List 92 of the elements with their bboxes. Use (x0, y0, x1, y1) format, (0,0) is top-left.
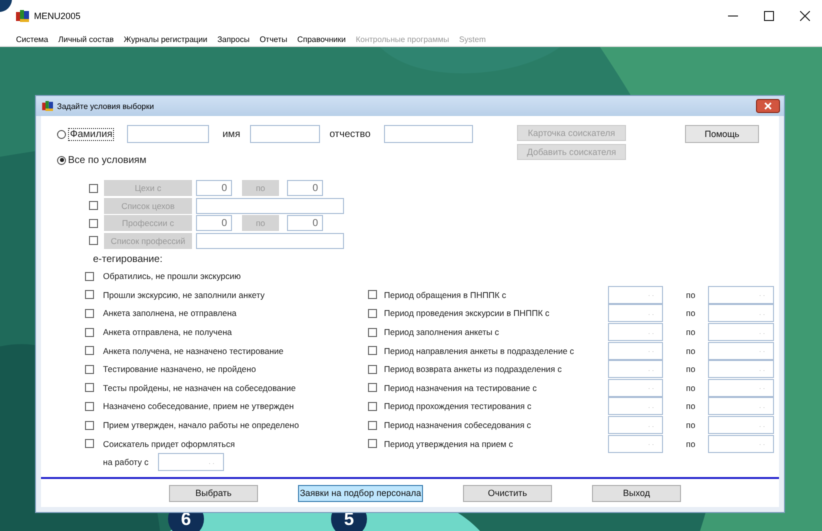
checkbox[interactable] (85, 308, 94, 318)
radio-button[interactable] (57, 156, 66, 164)
menu-item[interactable]: Личный состав (58, 34, 114, 44)
from-field[interactable]: 0 (196, 215, 232, 232)
to-label: по (685, 346, 696, 356)
filter-button[interactable]: Список цехов (104, 198, 192, 214)
surname-field[interactable] (127, 125, 210, 143)
close-icon[interactable] (800, 11, 810, 21)
status-label: Тестирование назначено, не пройдено (103, 364, 256, 374)
checkbox[interactable] (85, 364, 94, 374)
status-label: Соискатель придет оформляться (103, 438, 235, 449)
checkbox[interactable] (85, 328, 94, 337)
status-label: Тесты пройдены, не назначен на собеседование (103, 382, 296, 393)
checkbox[interactable] (85, 420, 94, 430)
to-field[interactable]: 0 (287, 180, 323, 196)
close-icon[interactable] (756, 99, 780, 113)
window-title: MENU2005 (34, 11, 81, 21)
action-button[interactable]: Очистить (463, 484, 552, 502)
to-label: по (685, 364, 696, 374)
start-label: на работу с (103, 457, 148, 468)
list-field[interactable] (196, 232, 344, 249)
help-button[interactable]: Помощь (685, 125, 759, 143)
to-label: по (685, 438, 696, 449)
dialog-title: Задайте условия выборки (57, 102, 154, 110)
status-label: Назначено собеседование, прием не утвержден (103, 401, 294, 412)
checkbox[interactable] (85, 383, 94, 392)
period-label: Период заполнения анкеты с (384, 327, 500, 338)
status-label: Анкета отправлена, не получена (103, 327, 232, 338)
app-icon (16, 10, 30, 22)
period-label: Период прохождения тестирования с (384, 401, 532, 412)
period-label: Период назначения собеседования с (384, 420, 532, 430)
to-label: по (685, 327, 696, 338)
checkbox[interactable] (89, 201, 98, 210)
checkbox[interactable] (89, 218, 98, 228)
checkbox[interactable] (368, 383, 377, 392)
checkbox[interactable] (368, 439, 377, 448)
menu-item[interactable]: Запросы (217, 34, 250, 44)
to-label: по (242, 215, 279, 232)
to-label: по (685, 290, 696, 300)
status-label: Прием утвержден, начало работы не определено (103, 420, 299, 430)
action-button[interactable]: Заявки на подбор персонала (298, 484, 423, 502)
menu-item[interactable]: Журналы регистрации (124, 34, 208, 44)
to-label: по (685, 308, 696, 318)
period-label: Период назначения на тестирование с (384, 382, 538, 393)
to-label: по (685, 382, 696, 393)
checkbox[interactable] (85, 439, 94, 448)
checkbox[interactable] (368, 420, 377, 430)
maximize-icon[interactable] (764, 11, 774, 21)
period-label: Период проведения экскурсии в ПНППК с (384, 308, 550, 318)
list-field[interactable] (196, 198, 344, 214)
radio-label[interactable]: Все по условиям (68, 154, 146, 166)
patronymic-field[interactable] (384, 125, 474, 143)
to-label: по (685, 420, 696, 430)
period-label: Период утверждения на прием с (384, 438, 514, 449)
radio-button[interactable] (57, 130, 66, 138)
checkbox[interactable] (368, 346, 377, 356)
period-label: Период направления анкеты в подразделение с (384, 346, 576, 356)
field-label: имя (222, 128, 242, 140)
period-label: Период обращения в ПНППК с (384, 290, 508, 300)
status-label: Прошли экскурсию, не заполнили анкету (103, 290, 265, 300)
to-field[interactable]: 0 (287, 215, 323, 232)
action-button[interactable]: Выход (592, 484, 681, 502)
to-label: по (242, 180, 279, 196)
checkbox[interactable] (368, 328, 377, 337)
field-label: отчество (329, 128, 372, 140)
checkbox[interactable] (368, 308, 377, 318)
period-label: Период возврата анкеты из подразделения с (384, 364, 563, 374)
menu-item[interactable]: Справочники (297, 34, 346, 44)
checkbox[interactable] (89, 184, 98, 193)
filter-button[interactable]: Профессии с (104, 215, 192, 232)
action-button[interactable]: Выбрать (169, 484, 258, 502)
checkbox[interactable] (89, 236, 98, 246)
checkbox[interactable] (368, 402, 377, 411)
checkbox[interactable] (85, 402, 94, 411)
filter-button[interactable]: Цехи с (104, 180, 192, 196)
checkbox[interactable] (85, 346, 94, 356)
radio-label[interactable]: Фамилия (68, 128, 114, 140)
status-label: Анкета получена, не назначено тестирование (103, 346, 284, 356)
checkbox[interactable] (85, 290, 94, 300)
filter-button[interactable]: Список профессий (104, 232, 192, 249)
from-field[interactable]: 0 (196, 180, 232, 196)
name-field[interactable] (250, 125, 320, 143)
checkbox[interactable] (368, 364, 377, 374)
status-label: Обратились, не прошли экскурсию (103, 271, 241, 282)
status-label: Анкета заполнена, не отправлена (103, 308, 237, 318)
checkbox[interactable] (85, 272, 94, 281)
app-icon (42, 101, 54, 111)
section-label: е-тегирование: (92, 254, 164, 265)
checkbox[interactable] (368, 290, 377, 300)
menu-item[interactable]: Система (16, 34, 48, 44)
to-label: по (685, 401, 696, 412)
menu-item[interactable]: Отчеты (260, 34, 288, 44)
